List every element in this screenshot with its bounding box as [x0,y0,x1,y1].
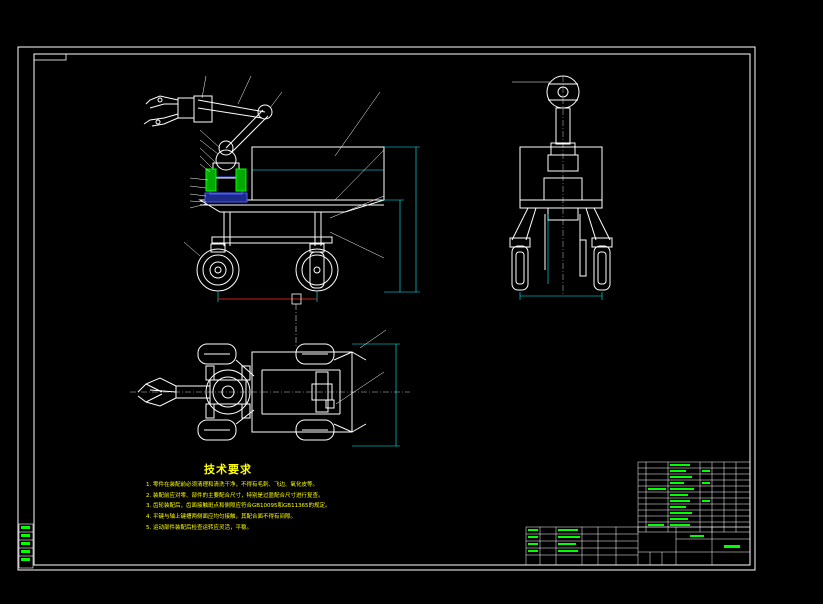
rear-wheel-left [509,237,531,291]
top-view-dimensions [352,343,400,447]
rear-view-dimensions [519,214,603,300]
revision-strip [18,523,34,569]
title-block [525,526,751,566]
side-view [143,95,385,292]
technical-requirements-title: 技术要求 [204,463,252,476]
inner-border [33,53,751,566]
outer-border [17,46,756,571]
parts-list-table [637,461,751,533]
side-wheel-right [295,243,339,292]
requirement-item: 5. 运动部件装配后检查运转应灵活，平稳。 [146,524,252,531]
rear-view [509,75,613,291]
rear-wheel-right [591,237,613,291]
requirement-item: 3. 齿轮装配后，齿面接触斑点和侧隙应符合GB10095和GB11365的规定。 [146,503,331,510]
body-box [251,146,385,201]
requirement-item: 4. 平键与轴上键槽两侧面应均匀接触，其配合面不得有间隙。 [146,514,296,521]
requirement-item: 1. 零件在装配前必须清理和清洗干净，不得有毛刺、飞边、氧化皮等。 [146,482,318,488]
cad-drawing [17,46,756,571]
requirement-item: 2. 装配前应对零、部件的主要配合尺寸，特别是过盈配合尺寸进行复查。 [146,492,324,499]
side-wheel-left [196,243,240,292]
technical-requirements-list: 1. 零件在装配前必须清理和清洗干净，不得有毛刺、飞边、氧化皮等。 2. 装配前… [146,480,331,534]
corner-tag [33,53,67,61]
